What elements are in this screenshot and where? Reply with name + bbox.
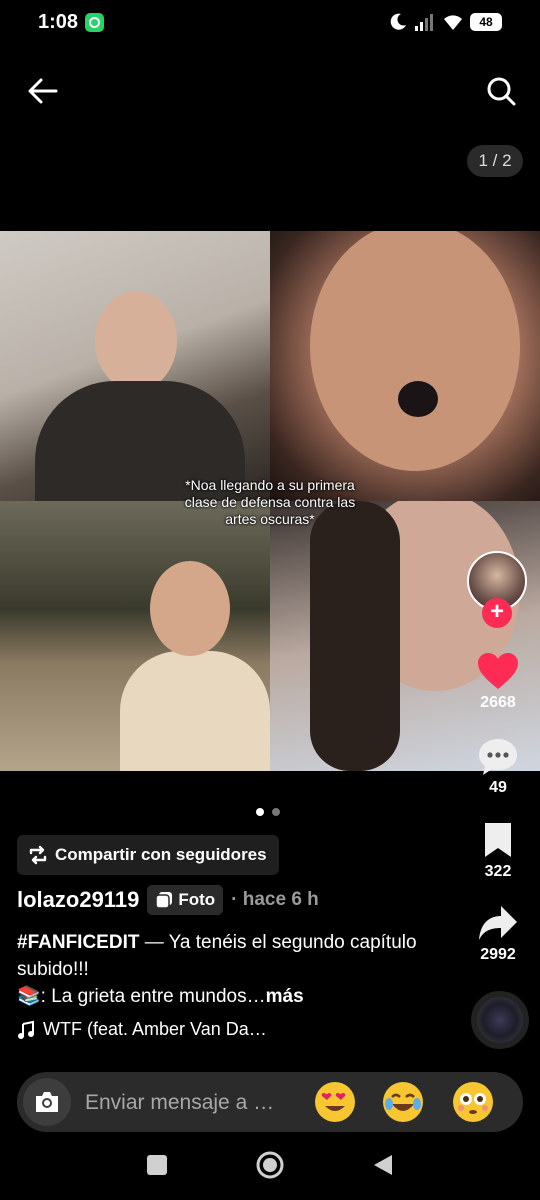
collage-photo-3 — [0, 501, 270, 771]
moon-icon — [390, 13, 406, 30]
share-count: 2992 — [480, 946, 516, 963]
collage-photo-1 — [0, 231, 270, 501]
music-note-icon — [18, 1020, 34, 1039]
tears-of-joy-emoji[interactable] — [383, 1082, 423, 1122]
search-icon — [487, 77, 516, 106]
photo-icon — [155, 892, 173, 909]
collage-photo-2 — [270, 231, 540, 501]
recents-button[interactable] — [146, 1154, 168, 1176]
wifi-icon — [444, 15, 462, 30]
post-type-label: Foto — [178, 890, 216, 909]
like-count: 2668 — [480, 694, 516, 711]
page-indicator: 1 / 2 — [467, 145, 523, 177]
share-button[interactable] — [476, 902, 520, 944]
like-button[interactable] — [476, 650, 520, 692]
photo-overlay-caption: *Noa llegando a su primera clase de defe… — [184, 477, 356, 527]
post-photo[interactable]: *Noa llegando a su primera clase de defe… — [0, 231, 540, 771]
message-input[interactable] — [85, 1086, 295, 1120]
repost-icon — [29, 845, 47, 865]
collage-photo-4 — [270, 501, 540, 771]
comment-icon — [479, 739, 517, 775]
carousel-dots — [256, 808, 280, 816]
flushed-emoji[interactable] — [453, 1082, 493, 1122]
camera-icon — [36, 1092, 58, 1112]
music-title: WTF (feat. Amber Van Da… — [43, 1019, 267, 1039]
camera-button[interactable] — [23, 1078, 71, 1126]
post-meta-row: lolazo29119 Foto · hace 6 h — [17, 885, 319, 915]
plus-icon: + — [489, 598, 504, 625]
save-button[interactable] — [480, 820, 516, 860]
share-arrow-icon — [479, 906, 517, 940]
comment-button[interactable] — [476, 736, 520, 778]
back-button[interactable] — [26, 74, 60, 108]
save-count: 322 — [484, 863, 512, 880]
heart-eyes-emoji[interactable] — [315, 1082, 355, 1122]
music-row[interactable]: WTF (feat. Amber Van Da… — [17, 1019, 267, 1040]
post-time-ago: · hace 6 h — [231, 889, 319, 910]
back-arrow-icon — [28, 78, 58, 104]
back-nav-button[interactable] — [372, 1153, 394, 1177]
comment-count: 49 — [489, 779, 507, 796]
share-with-followers-label: Compartir con seguidores — [55, 845, 267, 864]
more-link[interactable]: más — [266, 986, 304, 1007]
signal-icon — [415, 14, 433, 31]
status-bar: 1:08 48 — [0, 0, 540, 48]
status-time: 1:08 — [38, 11, 79, 33]
hashtag[interactable]: #FANFICEDIT — [17, 932, 139, 953]
music-disc[interactable] — [471, 991, 529, 1049]
follow-button[interactable]: + — [482, 598, 512, 628]
message-bar — [17, 1072, 523, 1132]
post-description[interactable]: #FANFICEDIT — Ya tenéis el segundo capít… — [17, 929, 437, 1010]
home-button[interactable] — [255, 1150, 285, 1180]
username[interactable]: lolazo29119 — [17, 887, 139, 913]
battery-indicator: 48 — [470, 13, 502, 31]
heart-icon — [478, 653, 518, 689]
share-with-followers-button[interactable]: Compartir con seguidores — [17, 835, 279, 875]
description-line2: 📚: La grieta entre mundos… — [17, 986, 266, 1007]
post-type-badge: Foto — [147, 885, 224, 915]
bookmark-icon — [485, 823, 511, 857]
dot — [272, 808, 280, 816]
status-icons: 48 — [388, 12, 502, 32]
dot-active — [256, 808, 264, 816]
whatsapp-notification-icon — [85, 13, 104, 32]
system-nav-bar — [0, 1135, 540, 1200]
search-button[interactable] — [484, 74, 518, 108]
